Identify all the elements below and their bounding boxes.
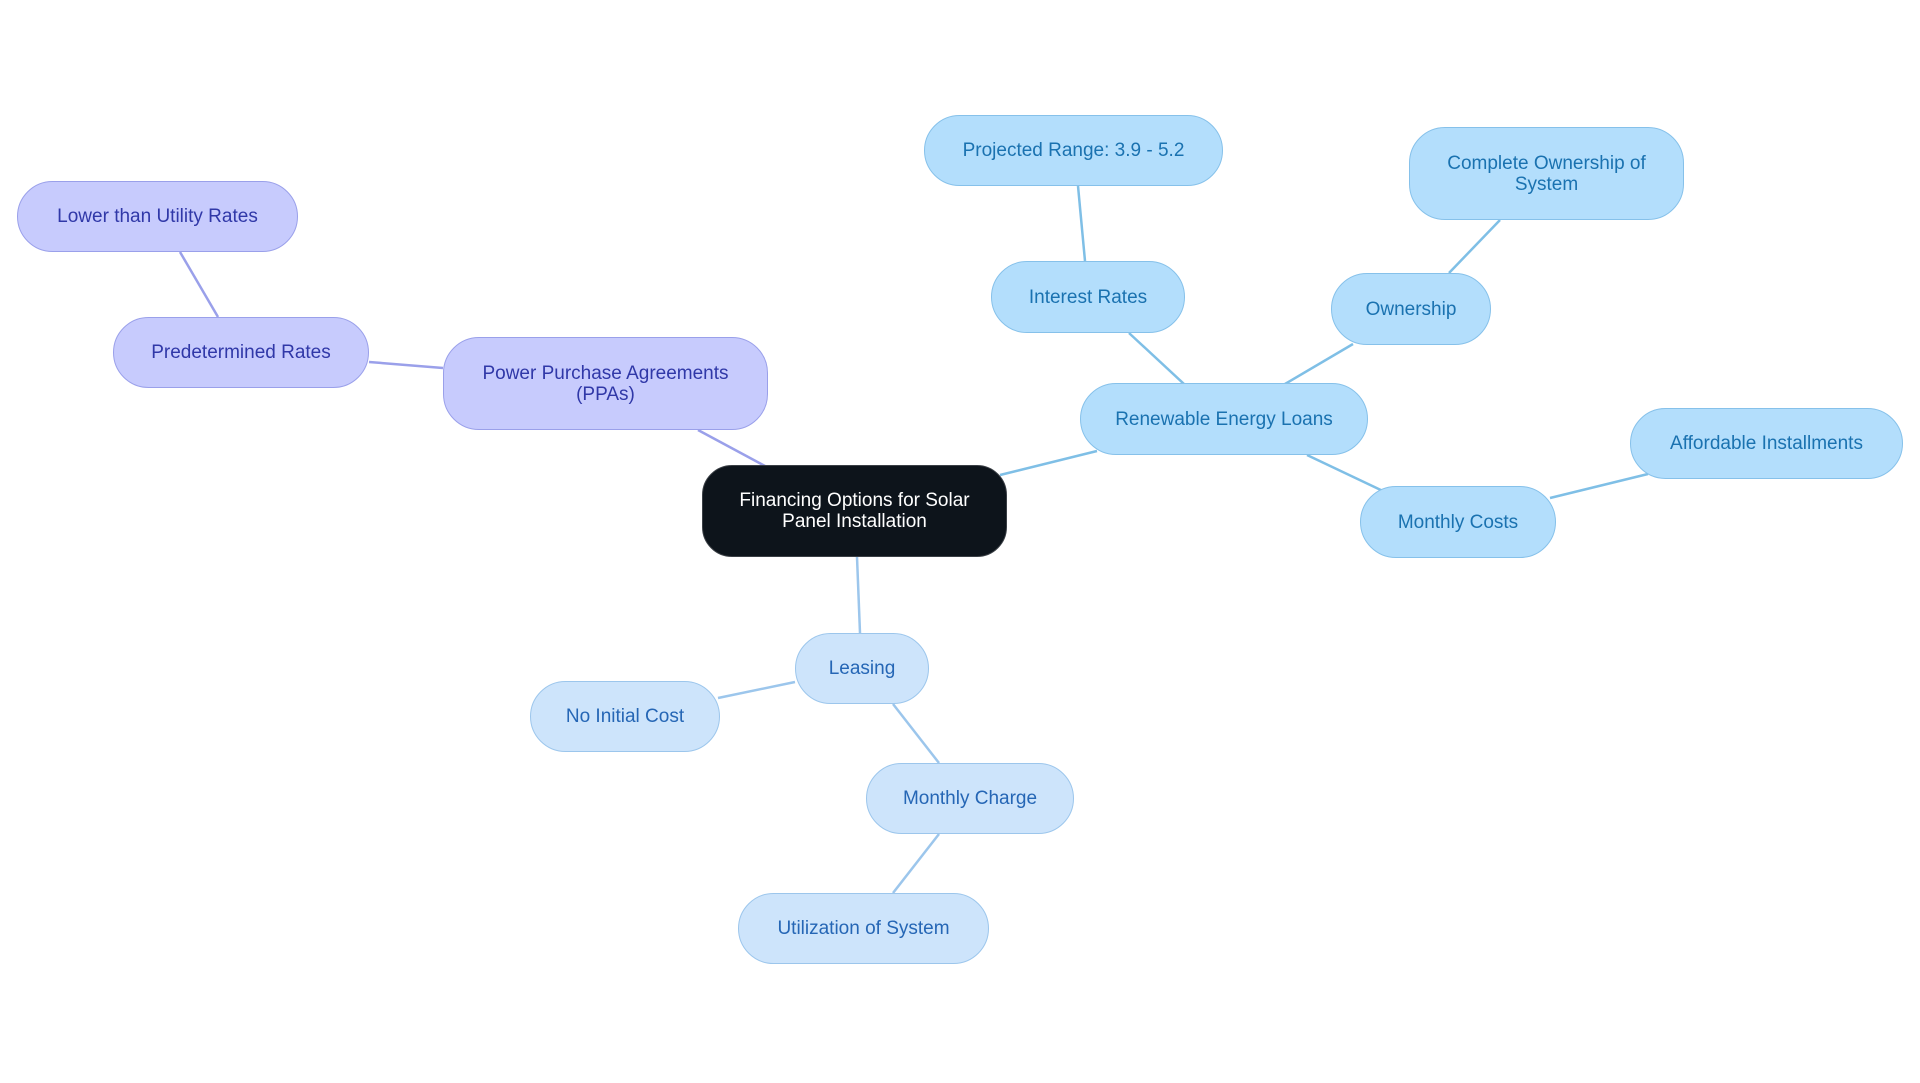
edge-monthly-costs-affordable xyxy=(1549,472,1649,500)
node-ownership-label: Ownership xyxy=(1365,298,1457,320)
edge-root-leasing xyxy=(855,556,862,634)
node-ppa[interactable]: Power Purchase Agreements (PPAs) xyxy=(443,337,768,430)
node-affordable-installments-label: Affordable Installments xyxy=(1670,433,1863,454)
node-renewable-energy-loans-label: Renewable Energy Loans xyxy=(1115,408,1333,430)
edge-ppa-predetermined xyxy=(368,360,444,370)
node-no-initial-cost-label: No Initial Cost xyxy=(565,706,685,727)
edge-loans-monthly-costs xyxy=(1306,453,1386,494)
node-projected-range-label: Projected Range: 3.9 - 5.2 xyxy=(962,140,1185,161)
edge-ownership-complete xyxy=(1448,219,1501,274)
node-complete-ownership[interactable]: Complete Ownership of System xyxy=(1409,127,1684,220)
node-monthly-costs-label: Monthly Costs xyxy=(1397,511,1519,533)
node-monthly-charge-label: Monthly Charge xyxy=(902,788,1038,809)
node-affordable-installments[interactable]: Affordable Installments xyxy=(1630,408,1903,479)
node-monthly-costs[interactable]: Monthly Costs xyxy=(1360,486,1556,558)
node-lower-than-utility-rates[interactable]: Lower than Utility Rates xyxy=(17,181,298,252)
node-interest-rates[interactable]: Interest Rates xyxy=(991,261,1185,333)
node-ppa-label: Power Purchase Agreements (PPAs) xyxy=(482,362,729,405)
edge-loans-ownership xyxy=(1284,342,1354,386)
node-no-initial-cost[interactable]: No Initial Cost xyxy=(530,681,720,752)
node-projected-range[interactable]: Projected Range: 3.9 - 5.2 xyxy=(924,115,1223,186)
root-node[interactable]: Financing Options for Solar Panel Instal… xyxy=(702,465,1007,557)
node-predetermined-rates-label: Predetermined Rates xyxy=(151,342,331,363)
node-interest-rates-label: Interest Rates xyxy=(1028,286,1148,308)
node-ownership[interactable]: Ownership xyxy=(1331,273,1491,345)
edge-root-loans xyxy=(999,449,1098,477)
edge-leasing-monthly-charge xyxy=(892,703,940,764)
node-leasing[interactable]: Leasing xyxy=(795,633,929,704)
node-complete-ownership-label: Complete Ownership of System xyxy=(1447,152,1646,195)
node-renewable-energy-loans[interactable]: Renewable Energy Loans xyxy=(1080,383,1368,455)
node-lower-than-utility-rates-label: Lower than Utility Rates xyxy=(57,206,258,227)
edge-loans-interest xyxy=(1128,332,1185,385)
edge-predetermined-lower xyxy=(178,251,220,318)
edge-leasing-no-initial xyxy=(717,680,796,700)
node-leasing-label: Leasing xyxy=(828,658,896,679)
node-predetermined-rates[interactable]: Predetermined Rates xyxy=(113,317,369,388)
node-monthly-charge[interactable]: Monthly Charge xyxy=(866,763,1074,834)
edge-root-ppa xyxy=(697,428,766,468)
root-node-label: Financing Options for Solar Panel Instal… xyxy=(739,490,970,532)
edge-monthly-charge-utilization xyxy=(892,833,940,894)
edge-interest-projected xyxy=(1076,185,1087,262)
node-utilization-of-system[interactable]: Utilization of System xyxy=(738,893,989,964)
node-utilization-of-system-label: Utilization of System xyxy=(777,918,950,939)
